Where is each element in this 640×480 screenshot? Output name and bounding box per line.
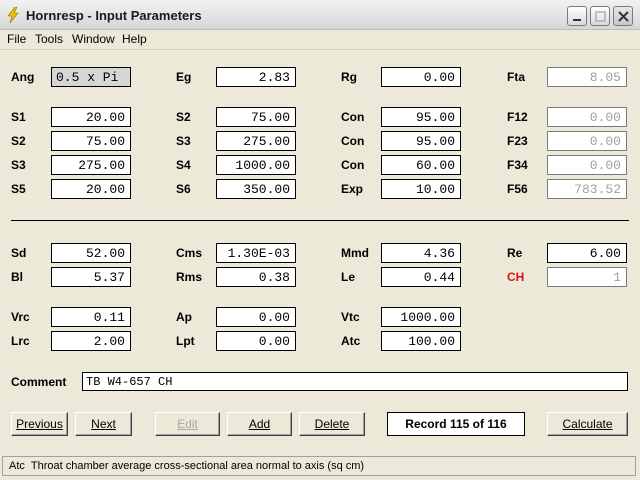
- minimize-button[interactable]: [567, 6, 587, 26]
- sd-field[interactable]: 52.00: [51, 243, 131, 263]
- ang-label: Ang: [11, 70, 35, 84]
- s4-field[interactable]: 1000.00: [216, 155, 296, 175]
- cms-field[interactable]: 1.30E-03: [216, 243, 296, 263]
- status-bar: Atc Throat chamber average cross-sectiona…: [2, 456, 636, 476]
- con3-field[interactable]: 60.00: [381, 155, 461, 175]
- vrc-label: Vrc: [11, 310, 30, 324]
- lpt-field[interactable]: 0.00: [216, 331, 296, 351]
- s3b-label: S3: [11, 158, 26, 172]
- minimize-icon: [573, 19, 581, 21]
- exp-field[interactable]: 10.00: [381, 179, 461, 199]
- vrc-field[interactable]: 0.11: [51, 307, 131, 327]
- s5-field[interactable]: 20.00: [51, 179, 131, 199]
- edit-button[interactable]: Edit: [155, 412, 220, 436]
- con2-label: Con: [341, 134, 365, 148]
- f12-label: F12: [507, 110, 528, 124]
- comment-label: Comment: [11, 375, 67, 389]
- exp-label: Exp: [341, 182, 364, 196]
- next-button[interactable]: Next: [75, 412, 132, 436]
- lrc-field[interactable]: 2.00: [51, 331, 131, 351]
- rg-field[interactable]: 0.00: [381, 67, 461, 87]
- f56-field: 783.52: [547, 179, 627, 199]
- ap-field[interactable]: 0.00: [216, 307, 296, 327]
- bl-field[interactable]: 5.37: [51, 267, 131, 287]
- close-button[interactable]: [613, 6, 633, 26]
- s6-label: S6: [176, 182, 191, 196]
- mmd-field[interactable]: 4.36: [381, 243, 461, 263]
- ap-label: Ap: [176, 310, 192, 324]
- f56-label: F56: [507, 182, 528, 196]
- con2-field[interactable]: 95.00: [381, 131, 461, 151]
- status-code: Atc: [9, 460, 25, 472]
- fta-field: 8.05: [547, 67, 627, 87]
- comment-field[interactable]: TB W4-657 CH: [82, 372, 628, 391]
- le-field[interactable]: 0.44: [381, 267, 461, 287]
- atc-label: Atc: [341, 334, 361, 348]
- title-bar: Hornresp - Input Parameters: [0, 0, 640, 30]
- le-label: Le: [341, 270, 356, 284]
- menu-tools[interactable]: Tools: [35, 32, 63, 46]
- s3-label: S3: [176, 134, 191, 148]
- s2b-field[interactable]: 75.00: [51, 131, 131, 151]
- atc-field[interactable]: 100.00: [381, 331, 461, 351]
- s2b-label: S2: [11, 134, 26, 148]
- cms-label: Cms: [176, 246, 203, 260]
- eg-label: Eg: [176, 70, 192, 84]
- menu-window[interactable]: Window: [72, 32, 115, 46]
- rg-label: Rg: [341, 70, 357, 84]
- fta-label: Fta: [507, 70, 525, 84]
- lpt-label: Lpt: [176, 334, 195, 348]
- ch-label: CH: [507, 270, 525, 284]
- delete-button[interactable]: Delete: [299, 412, 365, 436]
- ch-field: 1: [547, 267, 627, 287]
- s6-field[interactable]: 350.00: [216, 179, 296, 199]
- section-divider: [11, 220, 629, 221]
- previous-button[interactable]: Previous: [11, 412, 68, 436]
- hornresp-lightning-icon: [7, 7, 19, 23]
- s2-label: S2: [176, 110, 191, 124]
- f23-label: F23: [507, 134, 528, 148]
- mmd-label: Mmd: [341, 246, 369, 260]
- s4-label: S4: [176, 158, 191, 172]
- rms-label: Rms: [176, 270, 203, 284]
- maximize-icon: [595, 11, 606, 22]
- re-label: Re: [507, 246, 523, 260]
- f34-field: 0.00: [547, 155, 627, 175]
- close-icon: [618, 11, 629, 22]
- s1-label: S1: [11, 110, 26, 124]
- eg-field[interactable]: 2.83: [216, 67, 296, 87]
- con1-field[interactable]: 95.00: [381, 107, 461, 127]
- add-button[interactable]: Add: [227, 412, 292, 436]
- s3b-field[interactable]: 275.00: [51, 155, 131, 175]
- window-title: Hornresp - Input Parameters: [26, 8, 202, 23]
- lrc-label: Lrc: [11, 334, 30, 348]
- con1-label: Con: [341, 110, 365, 124]
- ang-field[interactable]: 0.5 x Pi: [51, 67, 131, 87]
- menu-help[interactable]: Help: [122, 32, 147, 46]
- s5-label: S5: [11, 182, 26, 196]
- sd-label: Sd: [11, 246, 27, 260]
- con3-label: Con: [341, 158, 365, 172]
- f23-field: 0.00: [547, 131, 627, 151]
- rms-field[interactable]: 0.38: [216, 267, 296, 287]
- f34-label: F34: [507, 158, 528, 172]
- bl-label: Bl: [11, 270, 23, 284]
- s3-field[interactable]: 275.00: [216, 131, 296, 151]
- s1-field[interactable]: 20.00: [51, 107, 131, 127]
- status-text: Throat chamber average cross-sectional a…: [30, 460, 365, 472]
- menu-file[interactable]: File: [7, 32, 26, 46]
- calculate-button[interactable]: Calculate: [547, 412, 628, 436]
- vtc-label: Vtc: [341, 310, 360, 324]
- maximize-button[interactable]: [590, 6, 610, 26]
- s2-field[interactable]: 75.00: [216, 107, 296, 127]
- re-field[interactable]: 6.00: [547, 243, 627, 263]
- vtc-field[interactable]: 1000.00: [381, 307, 461, 327]
- menu-bar: File Tools Window Help: [0, 30, 640, 50]
- record-indicator: Record 115 of 116: [387, 412, 525, 436]
- f12-field: 0.00: [547, 107, 627, 127]
